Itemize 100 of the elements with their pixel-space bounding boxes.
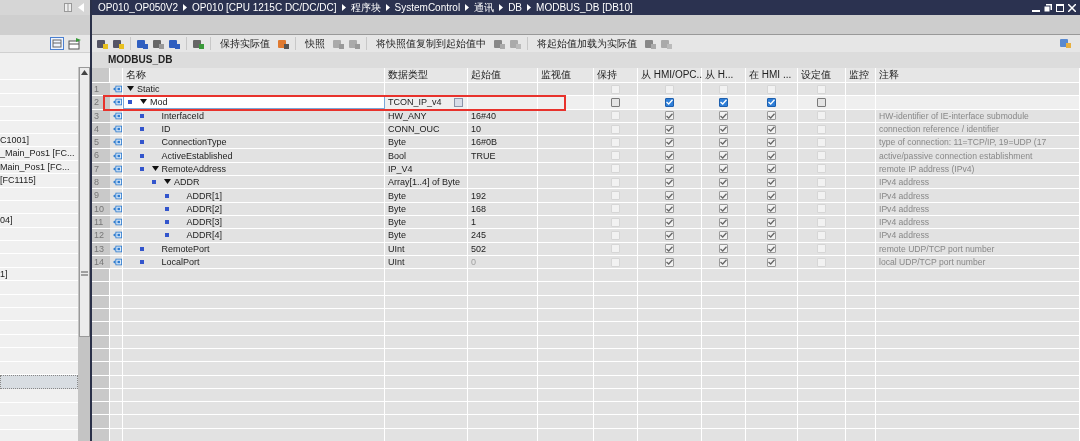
name-cell: ActiveEstablished: [161, 150, 233, 161]
database-icon[interactable]: [136, 37, 149, 50]
scroll-up-icon[interactable]: [80, 70, 88, 75]
start-value-cell: 245: [471, 229, 487, 242]
layout-icon[interactable]: [1059, 36, 1072, 49]
type-picker-button[interactable]: [454, 97, 463, 107]
scrollbar[interactable]: [78, 67, 90, 441]
chevron-icon: [341, 4, 346, 11]
column-header[interactable]: 数据类型: [385, 68, 468, 82]
chevron-icon: [385, 4, 390, 11]
column-header[interactable]: 注释: [876, 68, 1080, 82]
bullet-icon: [164, 206, 169, 211]
bullet-icon: [139, 260, 144, 264]
table-row[interactable]: 1 Static: [92, 83, 1080, 97]
start-value-cell: 1: [471, 216, 476, 229]
add-row-icon[interactable]: [112, 37, 125, 50]
bullet-icon: [139, 166, 144, 171]
database-download-icon[interactable]: [644, 37, 657, 50]
breadcrumb-item[interactable]: 通讯: [474, 0, 495, 15]
checkbox[interactable]: [719, 97, 728, 107]
collapse-arrow-icon[interactable]: [127, 86, 134, 93]
interface-icon: [113, 191, 122, 200]
breadcrumb-item[interactable]: MODBUS_DB [DB10]: [536, 2, 633, 13]
column-header[interactable]: 从 HMI/OPC..: [638, 68, 702, 82]
type-cell: UInt: [388, 242, 405, 255]
interface-icon: [113, 204, 122, 213]
comment-cell: IPv4 address: [879, 202, 930, 215]
breadcrumb-item[interactable]: SystemControl: [394, 2, 461, 13]
keep-actual-values-button[interactable]: 保持实际值: [216, 36, 274, 51]
name-cell: ADDR[3]: [186, 217, 222, 228]
column-header[interactable]: 在 HMI ...: [746, 68, 798, 82]
breadcrumb-item[interactable]: 程序块: [350, 0, 381, 15]
column-header[interactable]: 从 H...: [702, 68, 746, 82]
bullet-icon: [164, 220, 169, 225]
interface-icon: [113, 164, 122, 173]
comment-cell: HW-identifier of IE-interface submodule: [879, 109, 1029, 122]
list-icon[interactable]: [168, 37, 181, 50]
column-header[interactable]: 监控: [846, 68, 876, 82]
checkbox[interactable]: [665, 97, 674, 107]
monitor-icon[interactable]: [192, 37, 205, 50]
chevron-icon: [183, 4, 188, 11]
column-header[interactable]: 起始值: [468, 68, 538, 82]
start-value-cell: 502: [471, 242, 487, 255]
bullet-icon: [164, 233, 169, 238]
collapse-arrow-icon[interactable]: [164, 179, 171, 186]
copy-snapshot-button[interactable]: 将快照值复制到起始值中: [372, 36, 490, 51]
maximize-icon[interactable]: [1056, 3, 1064, 12]
collapse-arrow-icon[interactable]: [151, 165, 159, 172]
breadcrumb-item[interactable]: OP010 [CPU 1215C DC/DC/DC]: [192, 2, 337, 13]
column-header[interactable]: 名称: [123, 68, 385, 82]
name-cell: InterfaceId: [161, 110, 205, 121]
bullet-icon: [128, 100, 132, 105]
snapshot-icon[interactable]: [277, 37, 290, 50]
column-header[interactable]: 保持: [594, 68, 638, 82]
bullet-icon: [139, 127, 144, 132]
start-value-cell: 168: [471, 202, 487, 215]
interface-icon: [113, 178, 122, 187]
type-cell: Byte: [388, 216, 406, 229]
block-title: MODBUS_DB: [92, 52, 1080, 68]
interface-icon: [113, 85, 122, 94]
close-icon[interactable]: [1068, 3, 1076, 12]
checkbox[interactable]: [767, 97, 776, 107]
table-row[interactable]: 2 Mod TCON_IP_v4: [92, 96, 1080, 110]
type-cell: Bool: [388, 149, 406, 162]
restore-icon[interactable]: [1044, 3, 1052, 12]
name-cell: ADDR[2]: [186, 203, 222, 214]
breadcrumb-item[interactable]: OP010_OP050V2: [98, 2, 179, 13]
load-start-values-button[interactable]: 将起始值加载为实际值: [533, 36, 641, 51]
insert-row-icon[interactable]: [96, 37, 109, 50]
checkbox[interactable]: [611, 97, 620, 107]
interface-icon: [113, 258, 122, 266]
paste-icon[interactable]: [348, 37, 361, 50]
snapshot-button[interactable]: 快照: [301, 36, 329, 51]
type-cell: Byte: [388, 202, 406, 215]
collapse-arrow-icon[interactable]: [140, 99, 147, 106]
table-view-icon[interactable]: [50, 37, 64, 50]
name-cell: ADDR[4]: [186, 230, 222, 241]
database-icon[interactable]: [493, 37, 506, 50]
comment-cell: connection reference / identifier: [879, 123, 999, 136]
start-value-cell: 192: [471, 189, 487, 202]
comment-cell: IPv4 address: [879, 229, 930, 242]
interface-icon: [113, 138, 122, 147]
chevron-icon: [465, 4, 470, 11]
breadcrumb-item[interactable]: DB: [508, 2, 523, 13]
interface-icon: [113, 111, 122, 120]
row-number: 8: [92, 176, 110, 189]
checkbox[interactable]: [817, 97, 826, 107]
copy-icon[interactable]: [332, 37, 345, 50]
edit-icon[interactable]: [152, 37, 165, 50]
comment-cell: type of connection: 11=TCP/IP, 19=UDP (17: [879, 136, 1047, 149]
table-row[interactable]: 8 ADDR Array[1..4] of Byte IPv4 address: [92, 176, 1080, 190]
bullet-icon: [139, 153, 144, 158]
column-header[interactable]: 监视值: [538, 68, 594, 82]
type-cell: Byte: [388, 136, 406, 149]
column-header[interactable]: 设定值: [798, 68, 846, 82]
table-export-icon[interactable]: [68, 37, 82, 50]
chevron-icon: [527, 4, 532, 11]
split-view-icon[interactable]: [64, 3, 72, 12]
row-number: 1: [92, 83, 110, 96]
start-value-cell: TRUE: [471, 149, 496, 162]
